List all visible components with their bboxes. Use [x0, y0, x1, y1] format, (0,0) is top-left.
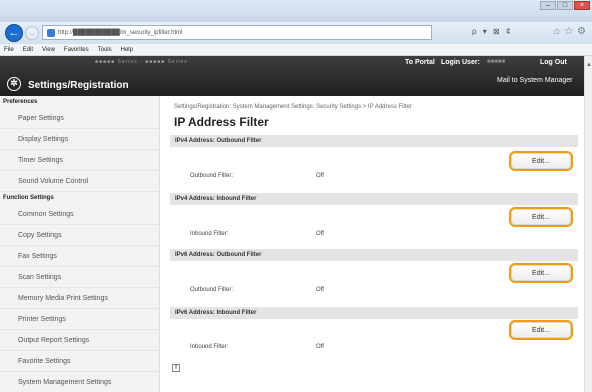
- breadcrumb: Settings/Registration: System Management…: [174, 104, 412, 110]
- to-portal-link[interactable]: To Portal: [405, 59, 435, 66]
- scroll-up-arrow-icon[interactable]: ▲: [586, 62, 592, 68]
- address-bar[interactable]: http://███████████/m_security_ipfilter.h…: [42, 25, 432, 40]
- sidebar-item-copy-settings[interactable]: Copy Settings: [0, 225, 159, 246]
- forward-button[interactable]: →: [25, 26, 39, 40]
- menu-help[interactable]: Help: [121, 47, 133, 53]
- edit-ipv6-outbound-button[interactable]: Edit...: [509, 263, 573, 283]
- ipv4-outbound-filter-value: Off: [316, 173, 324, 179]
- sidebar-item-display-settings[interactable]: Display Settings: [0, 129, 159, 150]
- browser-navbar: ← → http://███████████/m_security_ipfilt…: [0, 22, 592, 44]
- maximize-button[interactable]: □: [557, 1, 573, 10]
- arrow-right-icon: →: [28, 28, 36, 38]
- ipv6-inbound-filter-value: Off: [316, 344, 324, 350]
- app-header: ■■■■■ Series · ■■■■■ Series To Portal Lo…: [0, 56, 592, 96]
- sidebar-item-common-settings[interactable]: Common Settings: [0, 204, 159, 225]
- login-user-name: ■■■■■: [487, 59, 506, 65]
- minimize-button[interactable]: –: [540, 1, 556, 10]
- sidebar-section-function-settings: Function Settings: [3, 195, 54, 201]
- settings-registration-icon: ✲: [7, 77, 21, 91]
- page-title: IP Address Filter: [174, 115, 269, 129]
- ipv4-inbound-filter-label: Inbound Filter:: [190, 231, 229, 237]
- sidebar-item-paper-settings[interactable]: Paper Settings: [0, 108, 159, 129]
- url-text: http://███████████/m_security_ipfilter.h…: [58, 29, 183, 36]
- menu-file[interactable]: File: [4, 47, 14, 53]
- ipv6-outbound-filter-value: Off: [316, 287, 324, 293]
- section-ipv4-inbound-filter: IPv4 Address: Inbound Filter: [170, 193, 578, 205]
- sidebar-item-memory-media-print-settings[interactable]: Memory Media Print Settings: [0, 288, 159, 309]
- sidebar-item-timer-settings[interactable]: Timer Settings: [0, 150, 159, 171]
- sidebar-item-favorite-settings[interactable]: Favorite Settings: [0, 351, 159, 372]
- page-scrollbar[interactable]: ▲: [584, 56, 592, 392]
- login-user-label: Login User:: [441, 59, 480, 66]
- mail-to-system-manager-link[interactable]: Mail to System Manager: [497, 77, 572, 84]
- menu-view[interactable]: View: [42, 47, 55, 53]
- ipv4-inbound-filter-value: Off: [316, 231, 324, 237]
- section-ipv4-outbound-filter: IPv4 Address: Outbound Filter: [170, 135, 578, 147]
- menu-edit[interactable]: Edit: [23, 47, 33, 53]
- close-button[interactable]: ×: [574, 1, 590, 10]
- sidebar-item-output-report-settings[interactable]: Output Report Settings: [0, 330, 159, 351]
- ipv6-outbound-filter-label: Outbound Filter:: [190, 287, 234, 293]
- edit-ipv4-outbound-button[interactable]: Edit...: [509, 151, 573, 171]
- log-out-link[interactable]: Log Out: [540, 59, 567, 66]
- sidebar-section-preferences: Preferences: [3, 99, 38, 105]
- sidebar-item-printer-settings[interactable]: Printer Settings: [0, 309, 159, 330]
- sidebar: Preferences Paper Settings Display Setti…: [0, 96, 160, 392]
- sidebar-item-sound-volume-control[interactable]: Sound Volume Control: [0, 171, 159, 192]
- toolbar-icons: ⌂ ☆ ⚙: [554, 26, 586, 37]
- sidebar-item-scan-settings[interactable]: Scan Settings: [0, 267, 159, 288]
- edit-ipv6-inbound-button[interactable]: Edit...: [509, 320, 573, 340]
- sidebar-item-system-management-settings[interactable]: System Management Settings: [0, 372, 159, 392]
- home-icon[interactable]: ⌂: [554, 26, 560, 37]
- main-content: Settings/Registration: System Management…: [160, 96, 592, 392]
- menu-bar: File Edit View Favorites Tools Help: [0, 44, 592, 56]
- arrow-left-icon: ←: [8, 27, 20, 39]
- app-title: Settings/Registration: [28, 80, 129, 91]
- sidebar-item-fax-settings[interactable]: Fax Settings: [0, 246, 159, 267]
- edit-ipv4-inbound-button[interactable]: Edit...: [509, 207, 573, 227]
- favorites-star-icon[interactable]: ☆: [564, 26, 573, 37]
- window-controls: – □ ×: [540, 1, 590, 10]
- ipv6-inbound-filter-label: Inbound Filter:: [190, 344, 229, 350]
- browser-titlebar: – □ ×: [0, 0, 592, 22]
- section-ipv6-outbound-filter: IPv6 Address: Outbound Filter: [170, 249, 578, 261]
- menu-tools[interactable]: Tools: [98, 47, 112, 53]
- gear-icon[interactable]: ⚙: [577, 26, 586, 37]
- back-to-top-icon[interactable]: ⇑: [172, 364, 180, 372]
- back-button[interactable]: ←: [5, 24, 23, 42]
- address-controls[interactable]: ρ ▾ ⊠ ¢: [472, 27, 512, 36]
- ipv4-outbound-filter-label: Outbound Filter:: [190, 173, 234, 179]
- model-name: ■■■■■ Series · ■■■■■ Series: [95, 59, 188, 65]
- ie-page-icon: [47, 28, 55, 37]
- section-ipv6-inbound-filter: IPv6 Address: Inbound Filter: [170, 307, 578, 319]
- menu-favorites[interactable]: Favorites: [64, 47, 89, 53]
